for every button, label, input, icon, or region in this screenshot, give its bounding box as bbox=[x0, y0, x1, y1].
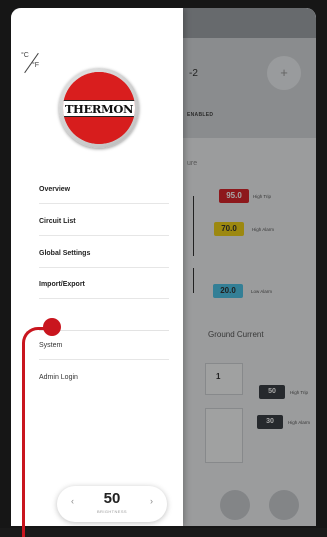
annotation-pointer-line bbox=[22, 327, 52, 537]
menu-item-import-export[interactable]: Import/Export bbox=[39, 271, 169, 299]
brightness-increase-button[interactable]: › bbox=[150, 496, 153, 506]
app-screen: Details -2 + ENABLED ure 95.0 High Trip … bbox=[11, 8, 316, 526]
menu-item-overview[interactable]: Overview bbox=[39, 176, 169, 204]
menu-item-admin-login[interactable]: Admin Login bbox=[39, 364, 169, 392]
menu-item-system[interactable]: System bbox=[39, 332, 169, 360]
device-frame: Details -2 + ENABLED ure 95.0 High Trip … bbox=[0, 0, 327, 537]
logo-band: THERMON bbox=[63, 100, 135, 117]
brightness-label: BRIGHTNESS bbox=[96, 509, 127, 514]
brightness-stepper: ‹ 50 BRIGHTNESS › bbox=[57, 486, 167, 522]
menu-item-circuit-list[interactable]: Circuit List bbox=[39, 208, 169, 236]
logo-badge: THERMON bbox=[63, 72, 135, 144]
annotation-pointer-dot bbox=[43, 318, 61, 336]
fahrenheit-label: °F bbox=[32, 62, 40, 69]
celsius-label: °C bbox=[21, 52, 29, 59]
logo-top bbox=[63, 72, 135, 101]
logo-bottom bbox=[63, 117, 135, 144]
unit-toggle-icon[interactable]: °C °F bbox=[21, 52, 43, 74]
thermon-logo: THERMON bbox=[59, 68, 139, 148]
menu-item-global-settings[interactable]: Global Settings bbox=[39, 240, 169, 268]
logo-text: THERMON bbox=[64, 102, 134, 116]
